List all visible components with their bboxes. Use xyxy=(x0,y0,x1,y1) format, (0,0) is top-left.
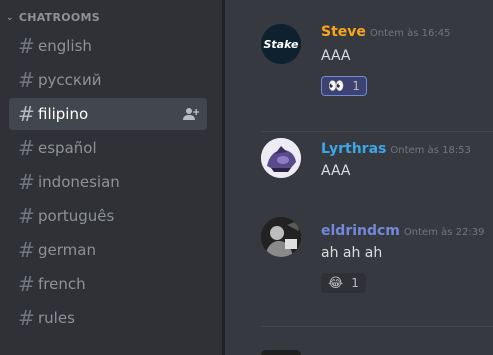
message-text: AAA xyxy=(321,163,351,179)
username[interactable]: eldrindcm xyxy=(321,223,400,239)
username[interactable]: Lyrthras xyxy=(321,141,386,157)
message-divider xyxy=(261,131,493,132)
channel-english[interactable]: # english xyxy=(9,30,207,62)
hash-icon: # xyxy=(18,170,35,194)
hash-icon: # xyxy=(18,136,35,160)
channel-portugues[interactable]: # português xyxy=(9,200,207,232)
photo-avatar-icon xyxy=(261,217,301,257)
channel-name: english xyxy=(38,37,92,55)
avatar[interactable] xyxy=(261,138,301,178)
channel-name: german xyxy=(38,241,96,259)
hash-icon: # xyxy=(18,238,35,262)
hash-icon: # xyxy=(18,272,35,296)
message-header: Steve Ontem às 16:45 xyxy=(321,24,450,40)
username[interactable]: Steve xyxy=(321,24,366,40)
channel-espanol[interactable]: # español xyxy=(9,132,207,164)
message-header: Lyrthras Ontem às 18:53 xyxy=(321,141,471,157)
message-text: AAA xyxy=(321,48,351,64)
reaction-count: 1 xyxy=(351,276,359,290)
message-header: eldrindcm Ontem às 22:39 xyxy=(321,223,484,239)
channel-name: rules xyxy=(38,309,75,327)
timestamp: Ontem às 18:53 xyxy=(390,145,471,156)
channel-name: português xyxy=(38,207,115,225)
avatar[interactable] xyxy=(261,217,301,257)
channel-french[interactable]: # french xyxy=(9,268,207,300)
channel-name: french xyxy=(38,275,86,293)
hash-icon: # xyxy=(18,68,35,92)
category-chatrooms[interactable]: ⌄ CHATROOMS xyxy=(6,11,100,24)
avatar-partial xyxy=(261,350,301,355)
channel-rules[interactable]: # rules xyxy=(9,302,207,334)
message-list: Stake Steve Ontem às 16:45 AAA 👀 1 Lyrthr… xyxy=(225,0,493,355)
channel-german[interactable]: # german xyxy=(9,234,207,266)
channel-russian[interactable]: # русский xyxy=(9,64,207,96)
avatar[interactable]: Stake xyxy=(261,24,301,64)
hash-icon: # xyxy=(18,34,35,58)
reaction-count: 1 xyxy=(352,79,360,93)
character-avatar-icon xyxy=(261,138,301,178)
logo-text: Stake xyxy=(264,38,300,51)
hash-icon: # xyxy=(18,306,35,330)
message-text: ah ah ah xyxy=(321,245,383,261)
stake-logo-icon: Stake xyxy=(261,24,301,64)
chevron-down-icon: ⌄ xyxy=(6,12,14,23)
eyes-emoji-icon: 👀 xyxy=(328,78,345,94)
channel-name: русский xyxy=(38,71,102,89)
add-member-icon[interactable] xyxy=(183,107,199,121)
channel-indonesian[interactable]: # indonesian xyxy=(9,166,207,198)
hash-icon: # xyxy=(18,102,35,126)
reaction[interactable]: 👀 1 xyxy=(321,76,367,96)
channel-sidebar: ⌄ CHATROOMS # english # русский # filipi… xyxy=(0,0,222,355)
hash-icon: # xyxy=(18,204,35,228)
reaction[interactable]: 😂 1 xyxy=(321,273,366,293)
laughing-emoji-icon: 😂 xyxy=(328,275,344,291)
message-divider xyxy=(261,326,493,327)
channel-name: filipino xyxy=(38,105,89,123)
timestamp: Ontem às 22:39 xyxy=(403,227,485,238)
channel-filipino[interactable]: # filipino xyxy=(9,98,207,130)
timestamp: Ontem às 16:45 xyxy=(369,28,451,39)
channel-name: indonesian xyxy=(38,173,120,191)
channel-name: español xyxy=(38,139,97,157)
category-label: CHATROOMS xyxy=(18,11,101,24)
